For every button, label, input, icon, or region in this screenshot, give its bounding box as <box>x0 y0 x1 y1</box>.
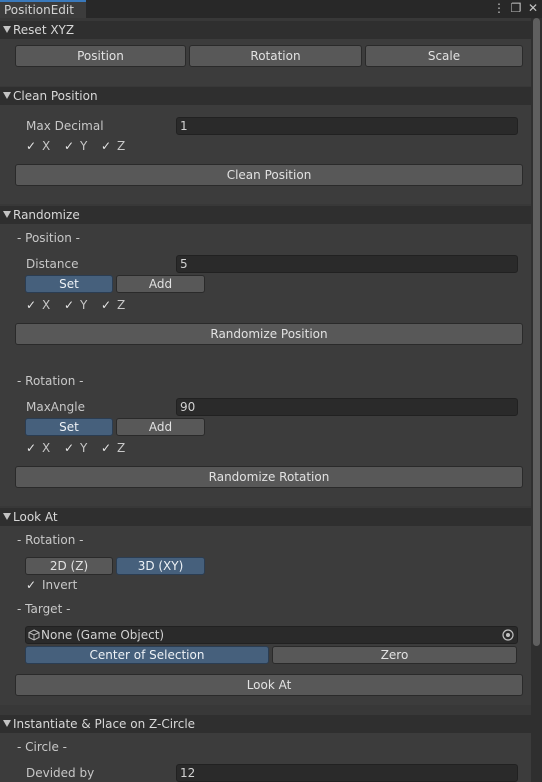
max-decimal-field[interactable]: 1 <box>176 117 518 135</box>
maxangle-label: MaxAngle <box>26 400 85 414</box>
reset-position-button[interactable]: Position <box>15 45 186 67</box>
kebab-menu-icon[interactable]: ⋮ <box>492 1 506 15</box>
checkbox-x-label: X <box>42 441 51 455</box>
checkbox-y-label: Y <box>80 441 88 455</box>
object-picker-icon[interactable] <box>501 628 515 642</box>
reset-scale-button[interactable]: Scale <box>365 45 523 67</box>
lookat-rotation-subheader: - Rotation - <box>17 533 84 547</box>
checkbox-z-label: Z <box>117 441 126 455</box>
foldout-arrow-icon[interactable] <box>3 720 11 728</box>
checkbox-y[interactable]: ✓ <box>64 139 78 153</box>
checkbox-z[interactable]: ✓ <box>101 441 115 455</box>
instantiate-section-header[interactable]: Instantiate & Place on Z-Circle <box>0 715 531 733</box>
mode-3d-button[interactable]: 3D (XY) <box>116 557 205 575</box>
lookat-section-header[interactable]: Look At <box>0 508 531 526</box>
foldout-arrow-icon[interactable] <box>3 211 11 219</box>
tab-positionedit[interactable]: PositionEdit <box>0 0 86 18</box>
invert-label: Invert <box>42 578 78 592</box>
divided-by-field[interactable]: 12 <box>176 764 518 782</box>
checkbox-y-label: Y <box>80 139 88 153</box>
distance-label: Distance <box>26 257 79 271</box>
position-set-button[interactable]: Set <box>25 275 113 293</box>
foldout-arrow-icon[interactable] <box>3 26 11 34</box>
invert-checkbox[interactable]: ✓ <box>26 578 40 592</box>
rotation-add-button[interactable]: Add <box>116 418 205 436</box>
zero-button[interactable]: Zero <box>272 646 517 664</box>
checkbox-x-label: X <box>42 139 51 153</box>
clean-position-button[interactable]: Clean Position <box>15 164 523 186</box>
checkbox-x[interactable]: ✓ <box>26 298 40 312</box>
distance-field[interactable]: 5 <box>176 255 518 273</box>
checkbox-x[interactable]: ✓ <box>26 139 40 153</box>
target-subheader: - Target - <box>17 602 71 616</box>
scrollbar-thumb[interactable] <box>533 18 540 646</box>
reset-rotation-button[interactable]: Rotation <box>189 45 362 67</box>
cube-icon <box>28 629 40 641</box>
checkbox-z[interactable]: ✓ <box>101 139 115 153</box>
checkbox-x-label: X <box>42 298 51 312</box>
maximize-icon[interactable]: ❐ <box>509 1 523 15</box>
close-icon[interactable]: ✕ <box>526 1 540 15</box>
maxangle-field[interactable]: 90 <box>176 398 518 416</box>
target-object-value: None (Game Object) <box>41 628 165 642</box>
position-subheader: - Position - <box>17 231 81 245</box>
rotation-subheader: - Rotation - <box>17 374 84 388</box>
clean-section-header[interactable]: Clean Position <box>0 87 531 105</box>
reset-section-header[interactable]: Reset XYZ <box>0 21 531 39</box>
mode-2d-button[interactable]: 2D (Z) <box>25 557 113 575</box>
randomize-section-header[interactable]: Randomize <box>0 206 531 224</box>
divided-by-label: Devided by <box>26 766 95 780</box>
foldout-arrow-icon[interactable] <box>3 92 11 100</box>
checkbox-z-label: Z <box>117 298 126 312</box>
center-of-selection-button[interactable]: Center of Selection <box>25 646 269 664</box>
checkbox-z-label: Z <box>117 139 126 153</box>
checkbox-y[interactable]: ✓ <box>64 298 78 312</box>
checkbox-z[interactable]: ✓ <box>101 298 115 312</box>
position-add-button[interactable]: Add <box>116 275 205 293</box>
checkbox-y[interactable]: ✓ <box>64 441 78 455</box>
rotation-set-button[interactable]: Set <box>25 418 113 436</box>
foldout-arrow-icon[interactable] <box>3 513 11 521</box>
checkbox-x[interactable]: ✓ <box>26 441 40 455</box>
checkbox-y-label: Y <box>80 298 88 312</box>
randomize-rotation-button[interactable]: Randomize Rotation <box>15 466 523 488</box>
circle-subheader: - Circle - <box>17 740 67 754</box>
randomize-position-button[interactable]: Randomize Position <box>15 323 523 345</box>
max-decimal-label: Max Decimal <box>26 119 104 133</box>
look-at-button[interactable]: Look At <box>15 674 523 696</box>
